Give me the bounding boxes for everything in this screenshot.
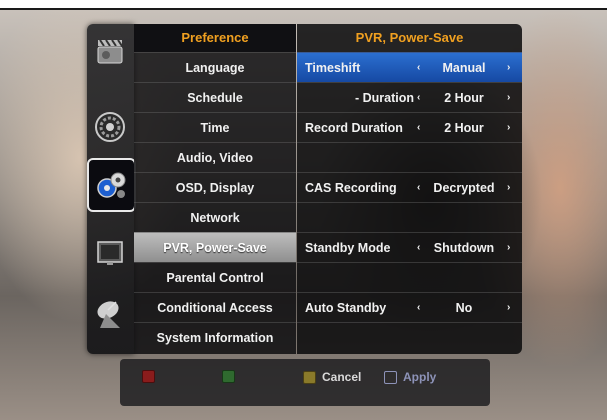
setting-row-empty <box>297 202 522 232</box>
menu-item-language[interactable]: Language <box>134 52 296 82</box>
setting-row-cas-recording[interactable]: CAS Recording ‹ Decrypted › <box>297 172 522 202</box>
green-key-button[interactable] <box>222 370 235 383</box>
setting-label: CAS Recording <box>305 181 397 195</box>
settings-panel: PVR, Power-Save Timeshift ‹ Manual › - D… <box>297 24 522 354</box>
menu-item-schedule[interactable]: Schedule <box>134 82 296 112</box>
setting-label: Timeshift <box>305 61 361 75</box>
setting-row-empty <box>297 322 522 352</box>
setting-row-duration[interactable]: - Duration ‹ 2 Hour › <box>297 82 522 112</box>
top-border-line <box>0 8 607 10</box>
preference-menu: Preference Language Schedule Time Audio,… <box>134 24 296 354</box>
right-arrow-icon[interactable]: › <box>507 173 510 203</box>
menu-item-parental-control[interactable]: Parental Control <box>134 262 296 292</box>
left-arrow-icon[interactable]: ‹ <box>417 233 420 263</box>
left-arrow-icon[interactable]: ‹ <box>417 113 420 143</box>
setting-row-empty <box>297 262 522 292</box>
setting-label: Standby Mode <box>305 241 391 255</box>
menu-item-pvr-power-save[interactable]: PVR, Power-Save <box>134 232 296 262</box>
left-arrow-icon[interactable]: ‹ <box>417 173 420 203</box>
red-key-icon <box>142 370 155 383</box>
menu-item-network[interactable]: Network <box>134 202 296 232</box>
yellow-key-icon <box>303 370 316 384</box>
setting-value: Manual <box>442 61 486 75</box>
cancel-label: Cancel <box>322 370 362 384</box>
media-reels-icon[interactable] <box>87 158 136 212</box>
setting-row-record-duration[interactable]: Record Duration ‹ 2 Hour › <box>297 112 522 142</box>
clapperboard-icon[interactable] <box>93 32 127 70</box>
right-arrow-icon[interactable]: › <box>507 293 510 323</box>
dartboard-icon[interactable] <box>93 108 127 146</box>
right-arrow-icon[interactable]: › <box>507 83 510 113</box>
setting-row-auto-standby[interactable]: Auto Standby ‹ No › <box>297 292 522 322</box>
menu-item-audio-video[interactable]: Audio, Video <box>134 142 296 172</box>
menu-header: Preference <box>134 24 296 52</box>
apply-button[interactable]: Apply <box>384 370 436 384</box>
setting-row-standby-mode[interactable]: Standby Mode ‹ Shutdown › <box>297 232 522 262</box>
left-arrow-icon[interactable]: ‹ <box>417 53 420 83</box>
cancel-button[interactable]: Cancel <box>303 370 361 384</box>
left-arrow-icon[interactable]: ‹ <box>417 83 420 113</box>
setting-label: - Duration <box>354 91 414 105</box>
footer-button-bar: Cancel Apply <box>120 359 490 406</box>
menu-item-osd-display[interactable]: OSD, Display <box>134 172 296 202</box>
setting-value: No <box>455 301 473 315</box>
tv-screen-icon[interactable] <box>93 234 127 272</box>
left-arrow-icon[interactable]: ‹ <box>417 293 420 323</box>
satellite-dish-icon[interactable] <box>93 296 127 334</box>
setting-label: Auto Standby <box>305 301 387 315</box>
right-arrow-icon[interactable]: › <box>507 113 510 143</box>
right-arrow-icon[interactable]: › <box>507 233 510 263</box>
right-arrow-icon[interactable]: › <box>507 53 510 83</box>
setting-value: Shutdown <box>433 241 495 255</box>
setting-label: Record Duration <box>305 121 403 135</box>
green-key-icon <box>222 370 235 383</box>
setting-row-empty <box>297 142 522 172</box>
menu-item-time[interactable]: Time <box>134 112 296 142</box>
setting-value: Decrypted <box>433 181 495 195</box>
apply-label: Apply <box>403 370 437 384</box>
panel-header: PVR, Power-Save <box>355 30 464 45</box>
category-icon-column <box>87 24 136 354</box>
setting-value: 2 Hour <box>444 91 484 105</box>
menu-item-conditional-access[interactable]: Conditional Access <box>134 292 296 322</box>
menu-item-system-information[interactable]: System Information <box>134 322 296 352</box>
blue-key-icon <box>384 370 397 384</box>
red-key-button[interactable] <box>142 370 155 383</box>
setting-row-timeshift[interactable]: Timeshift ‹ Manual › <box>297 52 522 82</box>
setting-value: 2 Hour <box>444 121 484 135</box>
